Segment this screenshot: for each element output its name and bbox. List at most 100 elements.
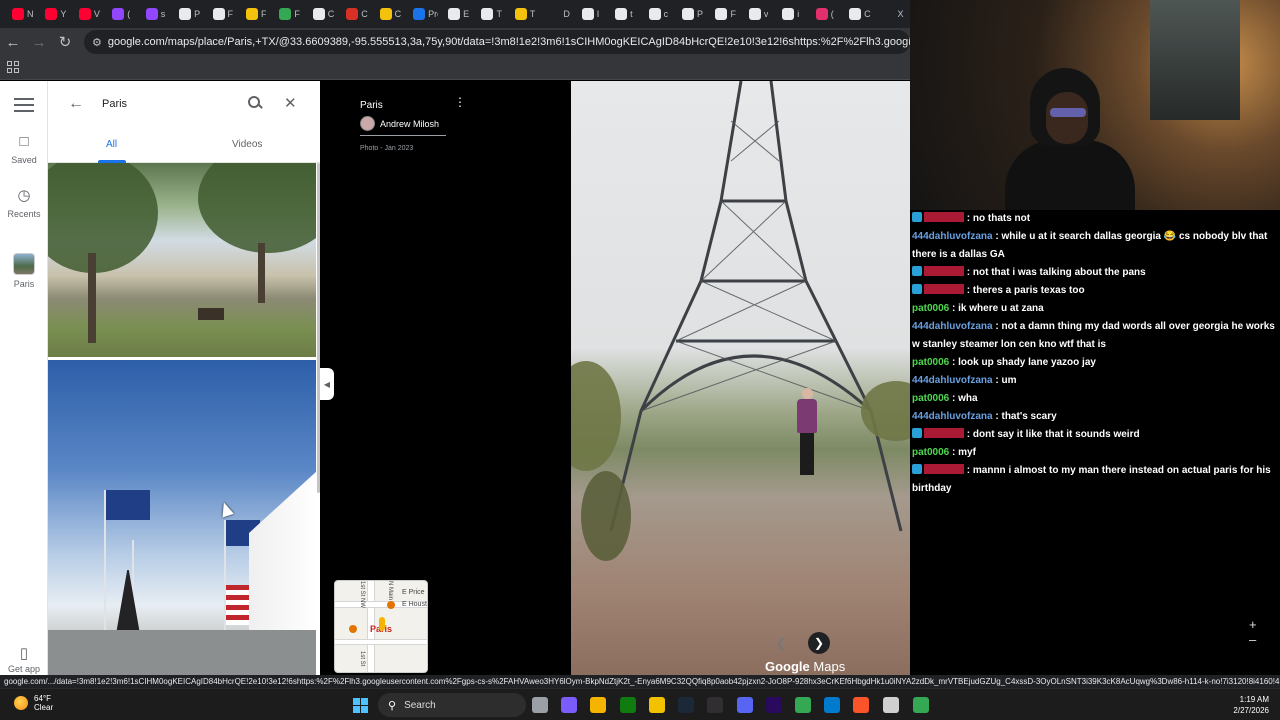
chat-username[interactable]: 444dahluvofzana <box>912 231 993 242</box>
chat-username[interactable]: pat0006 <box>912 357 949 368</box>
discord-icon[interactable] <box>737 697 753 713</box>
browser-tab[interactable]: P <box>678 3 709 25</box>
tab-videos[interactable]: Videos <box>232 139 262 150</box>
browser-tab[interactable]: C <box>845 3 876 25</box>
chat-username-redacted[interactable] <box>924 428 964 438</box>
next-photo-icon[interactable]: ❯ <box>808 632 830 654</box>
browser-tab[interactable]: Pro <box>409 3 442 25</box>
person-in-photo <box>797 388 817 480</box>
chat-username-redacted[interactable] <box>924 464 964 474</box>
phone-icon: ▯ <box>19 645 29 662</box>
tab-all[interactable]: All <box>106 139 117 150</box>
copilot-icon[interactable] <box>561 697 577 713</box>
browser-tab[interactable]: v <box>745 3 776 25</box>
tab-favicon-icon <box>413 8 426 20</box>
address-bar[interactable]: ⚙ google.com/maps/place/Paris,+TX/@33.66… <box>84 30 910 54</box>
chat-username[interactable]: pat0006 <box>912 393 949 404</box>
chat-username[interactable]: pat0006 <box>912 303 949 314</box>
obs-icon[interactable] <box>707 697 723 713</box>
pegman-icon[interactable] <box>379 617 385 631</box>
xbox-icon[interactable] <box>620 697 636 713</box>
chat-username[interactable]: 444dahluvofzana <box>912 321 993 332</box>
browser-tab[interactable]: P <box>175 3 206 25</box>
previous-photo-icon[interactable]: ❮ <box>770 632 792 654</box>
chat-text: : dont say it like that it sounds weird <box>966 429 1140 440</box>
premiere-icon[interactable] <box>766 697 782 713</box>
menu-icon[interactable] <box>14 98 34 116</box>
rail-paris[interactable]: Paris <box>0 253 48 289</box>
browser-tab[interactable]: t <box>611 3 642 25</box>
chat-text: : that's scary <box>995 411 1057 422</box>
browser-tab[interactable]: C <box>309 3 340 25</box>
search-icon[interactable] <box>246 94 264 112</box>
chrome-icon[interactable] <box>795 697 811 713</box>
weather-widget[interactable]: 64°F Clear <box>14 694 53 712</box>
arrow-left-icon[interactable]: ← <box>68 95 84 113</box>
browser-tab[interactable]: V <box>75 3 106 25</box>
taskbar-search[interactable]: ⚲ Search <box>378 693 526 717</box>
browser-tab[interactable]: c <box>645 3 676 25</box>
windows-start-icon[interactable] <box>353 698 368 713</box>
browser-tab[interactable]: i <box>778 3 809 25</box>
search-box[interactable]: ← Paris ✕ <box>48 81 320 129</box>
apps-grid-icon[interactable] <box>7 61 19 73</box>
collapse-panel-button[interactable]: ◀ <box>320 368 334 400</box>
browser-tab[interactable]: C <box>342 3 373 25</box>
tab-title: c <box>663 9 669 19</box>
mini-map[interactable]: E Price E Houst Paris N Main S 1st St NW… <box>334 580 428 673</box>
browser-tab[interactable]: ( <box>108 3 139 25</box>
chat-username-redacted[interactable] <box>924 284 964 294</box>
browser-tab[interactable]: N <box>8 3 39 25</box>
chat-username[interactable]: 444dahluvofzana <box>912 375 993 386</box>
browser-tab[interactable]: C <box>376 3 407 25</box>
browser-tab[interactable]: F <box>209 3 240 25</box>
more-options-icon[interactable]: ⋮ <box>454 96 466 108</box>
rail-saved[interactable]: □ Saved <box>0 133 48 165</box>
vscode-icon[interactable] <box>824 697 840 713</box>
reload-icon[interactable]: ↻ <box>52 29 78 55</box>
browser-tab[interactable]: F <box>275 3 306 25</box>
zoom-controls[interactable]: + – <box>1249 617 1257 647</box>
browser-tab[interactable]: X <box>879 3 910 25</box>
chat-username[interactable]: pat0006 <box>912 447 949 458</box>
photo-thumbnail-flags[interactable] <box>48 360 316 675</box>
forward-icon[interactable]: → <box>26 29 52 55</box>
chat-message: pat0006 : ik where u at zana <box>912 300 1278 318</box>
browser-tab[interactable]: I <box>578 3 609 25</box>
photo-author[interactable]: Andrew Milosh <box>360 116 464 131</box>
system-clock[interactable]: 1:19 AM 2/27/2026 <box>1225 694 1269 716</box>
street-label: 1st St <box>359 651 365 667</box>
brave-icon[interactable] <box>853 697 869 713</box>
browser-tab[interactable]: T <box>477 3 508 25</box>
search-query[interactable]: Paris <box>102 98 127 110</box>
url-text: google.com/maps/place/Paris,+TX/@33.6609… <box>107 36 910 48</box>
rail-get-app[interactable]: ▯ Get app <box>0 645 48 674</box>
chat-username[interactable]: 444dahluvofzana <box>912 411 993 422</box>
browser-tab[interactable]: D <box>544 3 575 25</box>
photo-thumbnail-park[interactable] <box>48 163 316 357</box>
chrome-active-icon[interactable] <box>913 697 929 713</box>
chat-username-redacted[interactable] <box>924 212 964 222</box>
ccleaner-icon[interactable] <box>883 697 899 713</box>
task-view-icon[interactable] <box>532 697 548 713</box>
browser-tab[interactable]: ( <box>812 3 843 25</box>
close-icon[interactable]: ✕ <box>284 94 297 112</box>
browser-tab[interactable]: s <box>142 3 173 25</box>
store-icon[interactable] <box>590 697 606 713</box>
chat-message: 444dahluvofzana : that's scary <box>912 408 1278 426</box>
browser-tab[interactable]: F <box>242 3 273 25</box>
author-name[interactable]: Andrew Milosh <box>380 119 439 129</box>
browser-tab[interactable]: F <box>711 3 742 25</box>
steam-icon[interactable] <box>678 697 694 713</box>
back-icon[interactable]: ← <box>0 29 26 55</box>
rail-get-app-label: Get app <box>7 664 41 674</box>
site-info-icon[interactable]: ⚙ <box>92 36 102 49</box>
chat-badge-icon <box>912 464 922 474</box>
browser-tab[interactable]: E <box>444 3 475 25</box>
rail-recents[interactable]: ◷ Recents <box>0 187 48 219</box>
file-explorer-icon[interactable] <box>649 697 665 713</box>
browser-tab-strip: N Y V (s P F F F C C C Pro E T T D It c P Fv i (C X <box>0 0 910 28</box>
browser-tab[interactable]: Y <box>41 3 72 25</box>
browser-tab[interactable]: T <box>511 3 542 25</box>
chat-username-redacted[interactable] <box>924 266 964 276</box>
